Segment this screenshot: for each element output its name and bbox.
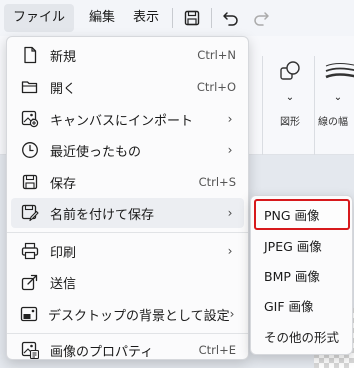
brush-size-label: 線の幅 — [318, 117, 348, 128]
save-as-submenu: PNG 画像 JPEG 画像 BMP 画像 GIF 画像 その他の形式 — [250, 195, 353, 355]
menu-divider — [7, 333, 248, 334]
menu-edit[interactable]: 編集 — [80, 4, 124, 32]
clock-icon — [20, 140, 40, 160]
shapes-group[interactable]: ⌄ 図形 — [268, 60, 312, 128]
menu-item-save-as[interactable]: 名前を付けて保存 › — [11, 198, 244, 228]
save-as-icon — [20, 203, 40, 223]
menu-item-new[interactable]: 新規 Ctrl+N — [11, 40, 244, 70]
new-file-icon — [20, 45, 40, 65]
desktop-background-icon — [20, 304, 38, 324]
save-as-jpeg[interactable]: JPEG 画像 — [255, 231, 349, 260]
save-icon — [20, 172, 40, 192]
line-width-icon — [318, 60, 354, 84]
printer-icon — [20, 241, 40, 261]
save-as-bmp[interactable]: BMP 画像 — [255, 261, 349, 290]
shortcut-label: Ctrl+E — [198, 343, 236, 357]
menu-item-label: 新規 — [50, 49, 77, 65]
menu-item-import-to-canvas[interactable]: キャンバスにインポート › — [11, 104, 244, 134]
chevron-down-icon: ⌄ — [285, 92, 295, 103]
undo-icon[interactable] — [216, 4, 246, 32]
shortcut-label: Ctrl+S — [198, 175, 236, 189]
share-icon — [20, 272, 40, 292]
save-as-gif[interactable]: GIF 画像 — [255, 291, 349, 320]
shortcut-label: Ctrl+O — [196, 80, 236, 94]
brush-size-group[interactable]: ⌄ 線の幅 — [318, 60, 354, 128]
shapes-icon — [268, 60, 312, 82]
menu-item-label: 名前を付けて保存 — [50, 207, 155, 223]
menu-item-recent[interactable]: 最近使ったもの › — [11, 135, 244, 165]
chevron-right-icon: › — [227, 143, 233, 157]
menubar-divider — [211, 8, 213, 28]
menu-item-label: 保存 — [50, 176, 77, 192]
menu-item-label: キャンバスにインポート — [50, 113, 194, 129]
menu-item-image-properties[interactable]: 画像のプロパティ Ctrl+E — [11, 335, 244, 365]
menu-item-label: 画像のプロパティ — [50, 344, 154, 360]
chevron-down-icon: ⌄ — [333, 92, 343, 103]
redo-icon[interactable] — [246, 4, 276, 32]
menubar-divider — [172, 8, 174, 28]
save-as-other-formats[interactable]: その他の形式 — [255, 322, 349, 351]
menu-item-set-desktop-background[interactable]: デスクトップの背景として設定 › — [11, 299, 244, 329]
image-properties-icon — [20, 340, 40, 360]
menu-item-label: 最近使ったもの — [50, 144, 142, 160]
chevron-right-icon: › — [227, 206, 233, 220]
menu-item-open[interactable]: 開く Ctrl+O — [11, 72, 244, 102]
menu-item-label: 開く — [50, 81, 77, 97]
file-menu: 新規 Ctrl+N 開く Ctrl+O キャンバスにインポート › 最近使ったも… — [6, 36, 249, 360]
save-as-png[interactable]: PNG 画像 — [254, 199, 350, 230]
menu-item-label: 送信 — [50, 276, 77, 292]
menu-item-label: デスクトップの背景として設定 — [48, 308, 230, 324]
chevron-right-icon: › — [227, 244, 233, 258]
menu-file[interactable]: ファイル — [4, 4, 75, 32]
menu-divider — [7, 232, 248, 233]
folder-icon — [20, 77, 40, 97]
shapes-label: 図形 — [280, 117, 300, 128]
menu-item-save[interactable]: 保存 Ctrl+S — [11, 167, 244, 197]
ribbon-divider — [262, 56, 263, 156]
menu-item-print[interactable]: 印刷 › — [11, 236, 244, 266]
ribbon-divider — [314, 56, 315, 156]
chevron-right-icon: › — [227, 112, 233, 126]
image-import-icon — [20, 109, 40, 129]
chevron-right-icon: › — [229, 307, 235, 321]
menu-item-send[interactable]: 送信 — [11, 267, 244, 297]
menu-item-label: 印刷 — [50, 245, 77, 261]
menu-view[interactable]: 表示 — [124, 4, 168, 32]
menu-bar: ファイル 編集 表示 — [0, 0, 354, 36]
save-icon[interactable] — [177, 4, 207, 32]
shortcut-label: Ctrl+N — [197, 48, 236, 62]
